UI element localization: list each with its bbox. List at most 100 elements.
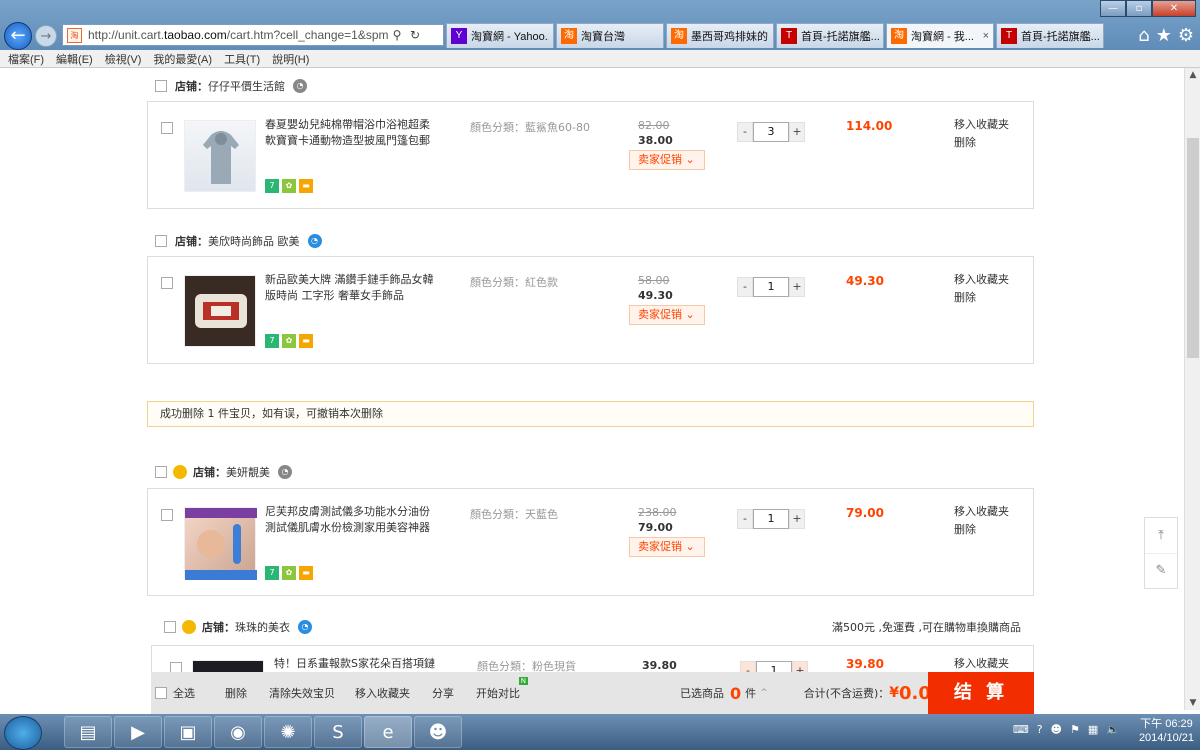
- network-icon[interactable]: ▦: [1088, 723, 1098, 736]
- move-to-favorites-link[interactable]: 移入收藏夹: [954, 655, 1009, 672]
- item-checkbox[interactable]: [161, 509, 173, 521]
- refresh-icon[interactable]: ↻: [406, 28, 424, 42]
- internet-explorer-icon[interactable]: e: [364, 716, 412, 748]
- browser-tab[interactable]: 淘淘寶網 - 我... ×: [886, 23, 994, 48]
- select-all-label[interactable]: 全选: [173, 685, 195, 701]
- screenshot-tool-icon[interactable]: ▣: [164, 716, 212, 748]
- seller-promo-dropdown[interactable]: 卖家促销 ⌄: [629, 305, 705, 325]
- media-player-icon[interactable]: ▶: [114, 716, 162, 748]
- item-checkbox[interactable]: [161, 277, 173, 289]
- shop-name[interactable]: 珠珠的美衣: [235, 619, 290, 635]
- qty-input[interactable]: 3: [753, 122, 789, 142]
- help-icon[interactable]: ?: [1037, 723, 1043, 736]
- browser-tab[interactable]: 淘淘寶台灣: [556, 23, 664, 48]
- qty-minus-button[interactable]: -: [737, 509, 753, 529]
- seller-promo-dropdown[interactable]: 卖家促销 ⌄: [629, 150, 705, 170]
- scroll-down-icon[interactable]: ▼: [1185, 698, 1200, 708]
- chrome-icon[interactable]: ◉: [214, 716, 262, 748]
- shop-checkbox[interactable]: [164, 621, 176, 633]
- shop-name[interactable]: 美欣時尚飾品 歐美: [208, 233, 300, 249]
- shop-checkbox[interactable]: [155, 466, 167, 478]
- menu-item[interactable]: 我的最愛(A): [153, 51, 212, 67]
- browser-tab[interactable]: 淘墨西哥鸡排妹的...: [666, 23, 774, 48]
- product-image[interactable]: [184, 507, 257, 580]
- maximize-button[interactable]: ▫: [1126, 0, 1152, 17]
- vertical-scrollbar[interactable]: ▲ ▼: [1184, 68, 1200, 710]
- shop-checkbox[interactable]: [155, 235, 167, 247]
- qq-icon[interactable]: ☻: [414, 716, 462, 748]
- share-link[interactable]: 分享: [432, 685, 454, 701]
- clear-invalid-link[interactable]: 清除失效宝贝: [269, 685, 335, 701]
- shop-name[interactable]: 美妍靚美: [226, 464, 270, 480]
- qty-plus-button[interactable]: +: [789, 122, 805, 142]
- skype-icon[interactable]: S: [314, 716, 362, 748]
- address-bar[interactable]: 淘 http://unit.cart.taobao.com/cart.htm?c…: [62, 24, 444, 46]
- delete-item-link[interactable]: 删除: [954, 289, 1009, 307]
- checkout-button[interactable]: 结 算: [928, 672, 1034, 714]
- menu-item[interactable]: 編輯(E): [56, 51, 93, 67]
- paint-icon[interactable]: ✺: [264, 716, 312, 748]
- move-to-favorites-link[interactable]: 移入收藏夹: [954, 271, 1009, 289]
- product-title[interactable]: 新品歐美大牌 滿鑽手鏈手飾品女韓版時尚 工字形 奢華女手飾品: [265, 272, 435, 304]
- move-selected-favorites-link[interactable]: 移入收藏夹: [355, 685, 410, 701]
- expand-selected-icon[interactable]: ^: [760, 688, 768, 698]
- wangwang-icon[interactable]: ◔: [298, 620, 312, 634]
- edit-pencil-icon[interactable]: ✎: [1145, 554, 1177, 588]
- browser-tab[interactable]: T 首頁-托諾旗艦...: [776, 23, 884, 48]
- wangwang-icon[interactable]: ◔: [307, 234, 322, 248]
- scrollbar-thumb[interactable]: [1187, 138, 1199, 358]
- back-to-top-icon[interactable]: ⤒: [1145, 518, 1177, 554]
- keyboard-icon[interactable]: ⌨: [1013, 723, 1029, 736]
- qty-input[interactable]: 1: [753, 277, 789, 297]
- search-icon[interactable]: ⚲: [388, 28, 406, 42]
- delete-item-link[interactable]: 删除: [954, 134, 1009, 152]
- qty-plus-button[interactable]: +: [789, 277, 805, 297]
- wangwang-icon[interactable]: ◔: [293, 79, 307, 93]
- menu-item[interactable]: 工具(T): [224, 51, 260, 67]
- qty-input[interactable]: 1: [753, 509, 789, 529]
- browser-tab[interactable]: Y 淘寶網 - Yahoo...: [446, 23, 554, 48]
- qty-minus-button[interactable]: -: [737, 122, 753, 142]
- item-checkbox[interactable]: [170, 662, 182, 672]
- menu-item[interactable]: 檢視(V): [105, 51, 142, 67]
- browser-tab[interactable]: T 首頁-托諾旗艦...: [996, 23, 1104, 48]
- windows-start-icon[interactable]: [4, 716, 42, 750]
- delete-item-link[interactable]: 删除: [954, 521, 1009, 539]
- favorites-star-icon[interactable]: ★: [1156, 25, 1172, 46]
- volume-icon[interactable]: 🔈: [1106, 723, 1120, 736]
- qty-plus-button[interactable]: +: [789, 509, 805, 529]
- product-image[interactable]: [184, 120, 256, 192]
- close-window-button[interactable]: ✕: [1152, 0, 1196, 17]
- product-title[interactable]: 尼芙邦皮膚測試儀多功能水分油份測試儀肌膚水份檢測家用美容神器: [265, 504, 435, 536]
- shop-name[interactable]: 仔仔平價生活館: [208, 78, 285, 94]
- menu-item[interactable]: 說明(H): [272, 51, 309, 67]
- taskbar-clock[interactable]: 下午 06:29 2014/10/21: [1139, 717, 1194, 745]
- move-to-favorites-link[interactable]: 移入收藏夹: [954, 116, 1009, 134]
- flag-icon[interactable]: ⚑: [1070, 723, 1080, 736]
- product-title[interactable]: 特！日系畫報款S家花朵百搭項鏈: [274, 656, 444, 672]
- item-checkbox[interactable]: [161, 122, 173, 134]
- file-explorer-icon[interactable]: ▤: [64, 716, 112, 748]
- menu-item[interactable]: 檔案(F): [8, 51, 44, 67]
- qty-plus-button[interactable]: +: [792, 661, 808, 672]
- qty-minus-button[interactable]: -: [740, 661, 756, 672]
- delete-selected-link[interactable]: 删除: [225, 685, 247, 701]
- wangwang-icon[interactable]: ◔: [278, 465, 292, 479]
- minimize-button[interactable]: —: [1100, 0, 1126, 17]
- select-all-checkbox[interactable]: [155, 687, 167, 699]
- forward-button[interactable]: →: [35, 25, 57, 47]
- qty-input[interactable]: 1: [756, 661, 792, 672]
- compare-link[interactable]: 开始对比 N: [476, 677, 528, 701]
- product-image[interactable]: [184, 275, 256, 347]
- qq-tray-icon[interactable]: ☻: [1051, 723, 1062, 736]
- qty-minus-button[interactable]: -: [737, 277, 753, 297]
- close-tab-icon[interactable]: ×: [983, 30, 989, 42]
- back-button[interactable]: ←: [4, 22, 32, 50]
- product-image[interactable]: [192, 660, 264, 672]
- seller-promo-dropdown[interactable]: 卖家促销 ⌄: [629, 537, 705, 557]
- product-title[interactable]: 春夏嬰幼兒純棉帶帽浴巾浴袍超柔軟寶寶卡通動物造型披風門篷包郵: [265, 117, 435, 149]
- scroll-up-icon[interactable]: ▲: [1185, 70, 1200, 80]
- gear-icon[interactable]: ⚙: [1178, 25, 1194, 46]
- home-icon[interactable]: ⌂: [1138, 25, 1149, 46]
- move-to-favorites-link[interactable]: 移入收藏夹: [954, 503, 1009, 521]
